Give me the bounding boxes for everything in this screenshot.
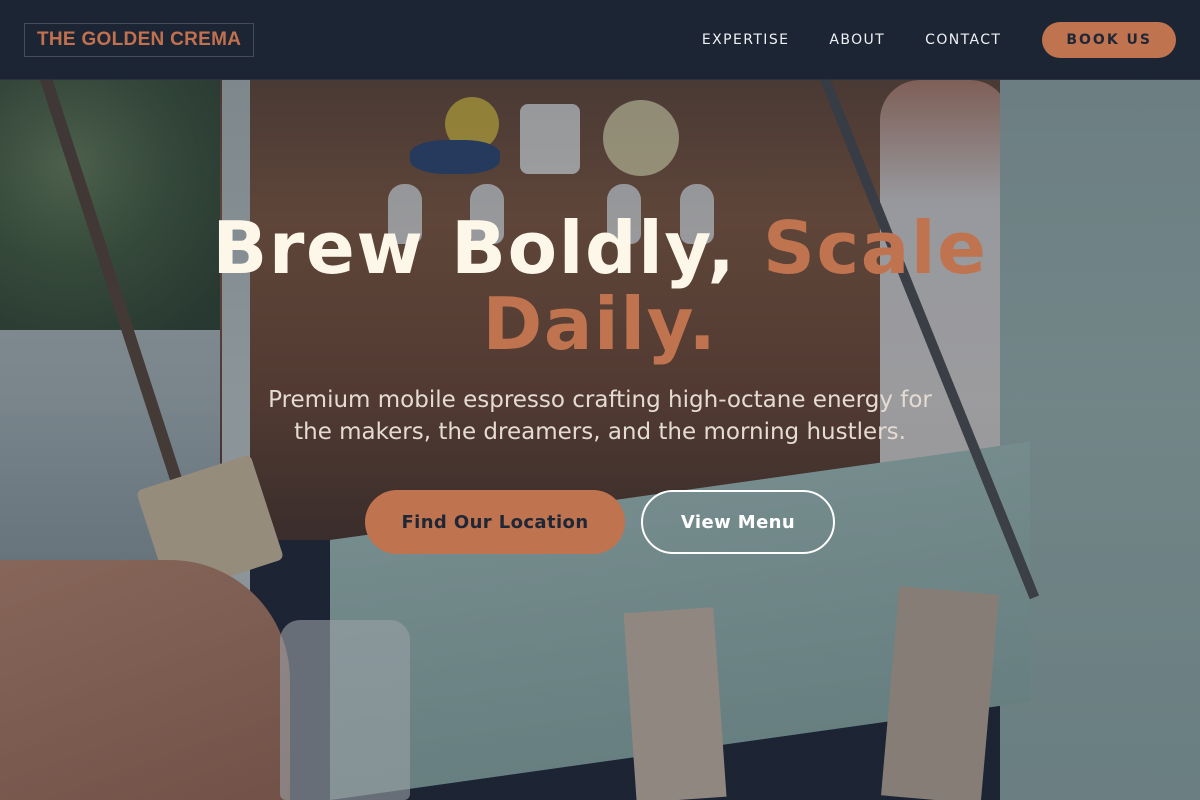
nav-link-about[interactable]: ABOUT xyxy=(829,32,885,48)
brand-logo[interactable]: THE GOLDEN CREMA xyxy=(24,22,255,57)
navbar: THE GOLDEN CREMA EXPERTISE ABOUT CONTACT… xyxy=(0,0,1200,80)
book-us-button[interactable]: BOOK US xyxy=(1042,21,1176,58)
nav-link-expertise[interactable]: EXPERTISE xyxy=(702,32,789,48)
cta-row: Find Our Location View Menu xyxy=(0,490,1200,554)
hero-subheadline: Premium mobile espresso crafting high-oc… xyxy=(268,387,932,445)
nav-link-contact[interactable]: CONTACT xyxy=(925,32,1001,48)
hero-headline: Brew Boldly, Scale Daily. xyxy=(200,210,1000,362)
nav-links: EXPERTISE ABOUT CONTACT BOOK US xyxy=(662,21,1176,58)
view-menu-button[interactable]: View Menu xyxy=(641,490,835,554)
find-location-button[interactable]: Find Our Location xyxy=(365,490,625,554)
headline-text: Brew Boldly, xyxy=(212,206,763,290)
hero-content: Brew Boldly, Scale Daily. Premium mobile… xyxy=(0,210,1200,554)
